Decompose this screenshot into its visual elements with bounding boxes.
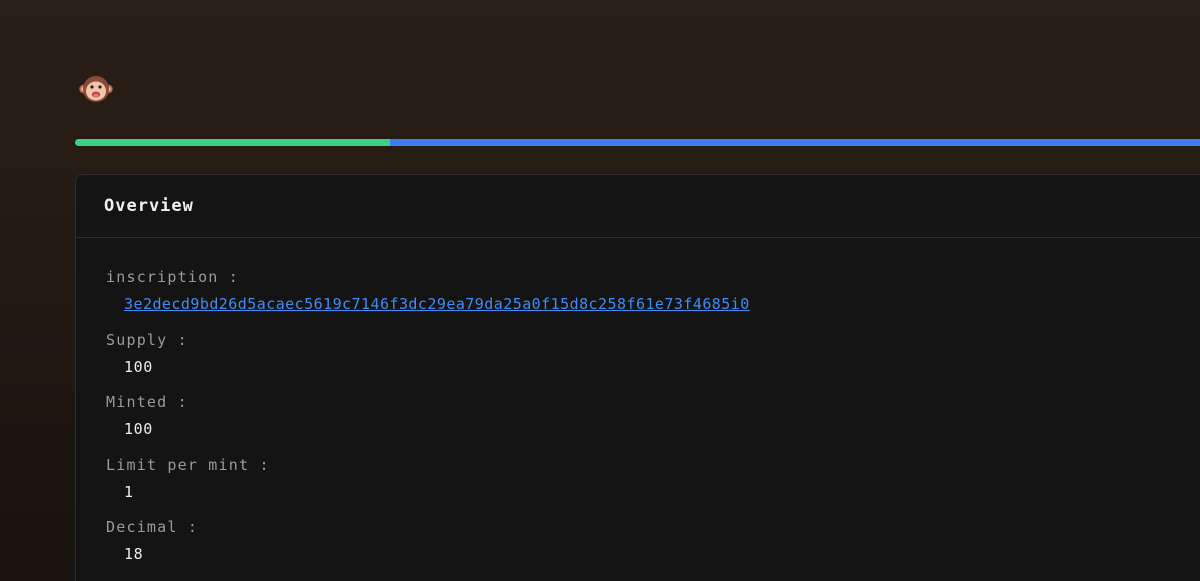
field-value: 100	[124, 357, 153, 376]
inscription-link[interactable]: 3e2decd9bd26d5acaec5619c7146f3dc29ea79da…	[124, 295, 750, 313]
field-value: 1	[124, 482, 134, 501]
overview-fields: inscription : 3e2decd9bd26d5acaec5619c71…	[76, 238, 1200, 581]
overview-card: Overview inscription : 3e2decd9bd26d5aca…	[75, 174, 1200, 581]
progress-fill	[75, 139, 390, 146]
field-minted: Minted : 100	[106, 393, 1200, 456]
card-header: Overview	[76, 175, 1200, 238]
field-label: inscription :	[106, 268, 239, 286]
field-value: 100	[124, 420, 153, 438]
field-supply: Supply : 100	[106, 331, 1200, 394]
progress-bar	[75, 139, 1200, 146]
progress-track	[390, 139, 1200, 146]
field-label: Minted :	[106, 393, 188, 411]
monkey-face-icon	[79, 76, 113, 102]
field-value: 18	[124, 545, 144, 563]
field-value: 3e2decd9bd26d5acaec5619c7146f3dc29ea79da…	[124, 295, 1200, 313]
avatar	[79, 72, 113, 106]
card-title: Overview	[104, 196, 194, 216]
field-label: Limit per mint :	[106, 455, 270, 474]
field-inscription: inscription : 3e2decd9bd26d5acaec5619c71…	[106, 268, 1200, 331]
field-decimal: Decimal : 18	[106, 518, 1200, 581]
field-limit-per-mint: Limit per mint : 1	[106, 456, 1200, 519]
field-label: Decimal :	[106, 518, 199, 536]
field-label: Supply :	[106, 330, 188, 349]
